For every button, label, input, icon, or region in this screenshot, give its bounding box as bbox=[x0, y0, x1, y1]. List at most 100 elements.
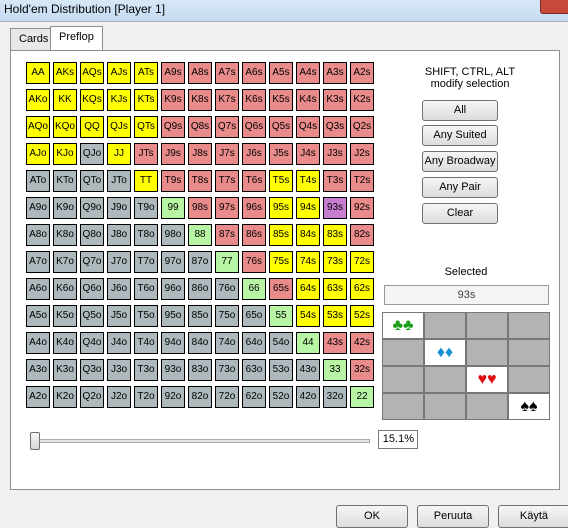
hand-cell-T7s[interactable]: T7s bbox=[215, 170, 239, 192]
hand-cell-J8o[interactable]: J8o bbox=[107, 224, 131, 246]
hand-cell-KK[interactable]: KK bbox=[53, 89, 77, 111]
hand-cell-93s[interactable]: 93s bbox=[323, 197, 347, 219]
close-button[interactable] bbox=[540, 0, 568, 14]
hand-cell-Q9s[interactable]: Q9s bbox=[161, 116, 185, 138]
hand-cell-T5o[interactable]: T5o bbox=[134, 305, 158, 327]
hand-cell-J3s[interactable]: J3s bbox=[323, 143, 347, 165]
hand-cell-J4o[interactable]: J4o bbox=[107, 332, 131, 354]
hand-cell-T2s[interactable]: T2s bbox=[350, 170, 374, 192]
suit-cell-0-2[interactable] bbox=[466, 312, 508, 339]
hand-cell-J7s[interactable]: J7s bbox=[215, 143, 239, 165]
hand-cell-98s[interactable]: 98s bbox=[188, 197, 212, 219]
cancel-button[interactable]: Peruuta bbox=[417, 505, 489, 528]
hand-cell-KJo[interactable]: KJo bbox=[53, 143, 77, 165]
any-suited-button[interactable]: Any Suited bbox=[422, 125, 498, 146]
hand-cell-Q7o[interactable]: Q7o bbox=[80, 251, 104, 273]
hand-cell-76s[interactable]: 76s bbox=[242, 251, 266, 273]
hand-cell-84o[interactable]: 84o bbox=[188, 332, 212, 354]
hand-cell-J3o[interactable]: J3o bbox=[107, 359, 131, 381]
suit-cell-1-1[interactable]: ♦♦ bbox=[424, 339, 466, 366]
hand-cell-AJo[interactable]: AJo bbox=[26, 143, 50, 165]
hand-cell-Q5o[interactable]: Q5o bbox=[80, 305, 104, 327]
hand-cell-ATo[interactable]: ATo bbox=[26, 170, 50, 192]
hand-cell-52o[interactable]: 52o bbox=[269, 386, 293, 408]
hand-cell-82o[interactable]: 82o bbox=[188, 386, 212, 408]
hand-cell-Q9o[interactable]: Q9o bbox=[80, 197, 104, 219]
hand-cell-84s[interactable]: 84s bbox=[296, 224, 320, 246]
hand-cell-AA[interactable]: AA bbox=[26, 62, 50, 84]
hand-cell-86s[interactable]: 86s bbox=[242, 224, 266, 246]
suit-cell-3-1[interactable] bbox=[424, 393, 466, 420]
hand-cell-QJo[interactable]: QJo bbox=[80, 143, 104, 165]
hand-cell-J4s[interactable]: J4s bbox=[296, 143, 320, 165]
hand-cell-ATs[interactable]: ATs bbox=[134, 62, 158, 84]
suit-cell-2-1[interactable] bbox=[424, 366, 466, 393]
hand-cell-T4s[interactable]: T4s bbox=[296, 170, 320, 192]
hand-cell-33[interactable]: 33 bbox=[323, 359, 347, 381]
hand-cell-J9o[interactable]: J9o bbox=[107, 197, 131, 219]
suit-cell-1-3[interactable] bbox=[508, 339, 550, 366]
hand-cell-A7s[interactable]: A7s bbox=[215, 62, 239, 84]
hand-cell-A7o[interactable]: A7o bbox=[26, 251, 50, 273]
any-pair-button[interactable]: Any Pair bbox=[422, 177, 498, 198]
hand-cell-42s[interactable]: 42s bbox=[350, 332, 374, 354]
hand-cell-96o[interactable]: 96o bbox=[161, 278, 185, 300]
tab-preflop[interactable]: Preflop bbox=[50, 26, 103, 51]
hand-cell-JTo[interactable]: JTo bbox=[107, 170, 131, 192]
hand-cell-A9o[interactable]: A9o bbox=[26, 197, 50, 219]
hand-cell-T6s[interactable]: T6s bbox=[242, 170, 266, 192]
hand-cell-Q6o[interactable]: Q6o bbox=[80, 278, 104, 300]
hand-cell-QTo[interactable]: QTo bbox=[80, 170, 104, 192]
hand-cell-JTs[interactable]: JTs bbox=[134, 143, 158, 165]
hand-cell-J2s[interactable]: J2s bbox=[350, 143, 374, 165]
hand-cell-97s[interactable]: 97s bbox=[215, 197, 239, 219]
hand-cell-65o[interactable]: 65o bbox=[242, 305, 266, 327]
hand-cell-A3o[interactable]: A3o bbox=[26, 359, 50, 381]
hand-cell-KQo[interactable]: KQo bbox=[53, 116, 77, 138]
hand-cell-K7o[interactable]: K7o bbox=[53, 251, 77, 273]
hand-cell-AKs[interactable]: AKs bbox=[53, 62, 77, 84]
hand-cell-Q4s[interactable]: Q4s bbox=[296, 116, 320, 138]
hand-cell-74o[interactable]: 74o bbox=[215, 332, 239, 354]
hand-cell-K3s[interactable]: K3s bbox=[323, 89, 347, 111]
hand-cell-K6s[interactable]: K6s bbox=[242, 89, 266, 111]
hand-cell-T8o[interactable]: T8o bbox=[134, 224, 158, 246]
hand-cell-53s[interactable]: 53s bbox=[323, 305, 347, 327]
hand-cell-A3s[interactable]: A3s bbox=[323, 62, 347, 84]
hand-cell-42o[interactable]: 42o bbox=[296, 386, 320, 408]
all-button[interactable]: All bbox=[422, 100, 498, 121]
hand-cell-J8s[interactable]: J8s bbox=[188, 143, 212, 165]
any-broadway-button[interactable]: Any Broadway bbox=[422, 151, 498, 172]
hand-cell-A8o[interactable]: A8o bbox=[26, 224, 50, 246]
hand-cell-54s[interactable]: 54s bbox=[296, 305, 320, 327]
hand-cell-T9o[interactable]: T9o bbox=[134, 197, 158, 219]
suit-cell-3-2[interactable] bbox=[466, 393, 508, 420]
hand-cell-K9o[interactable]: K9o bbox=[53, 197, 77, 219]
hand-cell-AJs[interactable]: AJs bbox=[107, 62, 131, 84]
hand-cell-43o[interactable]: 43o bbox=[296, 359, 320, 381]
hand-cell-K2o[interactable]: K2o bbox=[53, 386, 77, 408]
hand-cell-K5s[interactable]: K5s bbox=[269, 89, 293, 111]
range-slider-thumb[interactable] bbox=[30, 432, 40, 450]
suit-cell-0-1[interactable] bbox=[424, 312, 466, 339]
hand-cell-KTs[interactable]: KTs bbox=[134, 89, 158, 111]
hand-cell-TT[interactable]: TT bbox=[134, 170, 158, 192]
hand-cell-95s[interactable]: 95s bbox=[269, 197, 293, 219]
hand-cell-Q3o[interactable]: Q3o bbox=[80, 359, 104, 381]
hand-cell-93o[interactable]: 93o bbox=[161, 359, 185, 381]
hand-cell-66[interactable]: 66 bbox=[242, 278, 266, 300]
hand-cell-62o[interactable]: 62o bbox=[242, 386, 266, 408]
hand-cell-64s[interactable]: 64s bbox=[296, 278, 320, 300]
hand-cell-72o[interactable]: 72o bbox=[215, 386, 239, 408]
hand-cell-T4o[interactable]: T4o bbox=[134, 332, 158, 354]
range-percent-field[interactable]: 15.1% bbox=[378, 430, 418, 449]
suit-cell-3-0[interactable] bbox=[382, 393, 424, 420]
hand-cell-K2s[interactable]: K2s bbox=[350, 89, 374, 111]
hand-cell-A5s[interactable]: A5s bbox=[269, 62, 293, 84]
hand-cell-82s[interactable]: 82s bbox=[350, 224, 374, 246]
hand-cell-KTo[interactable]: KTo bbox=[53, 170, 77, 192]
hand-cell-Q2o[interactable]: Q2o bbox=[80, 386, 104, 408]
hand-cell-A2s[interactable]: A2s bbox=[350, 62, 374, 84]
hand-cell-Q3s[interactable]: Q3s bbox=[323, 116, 347, 138]
hand-cell-A4o[interactable]: A4o bbox=[26, 332, 50, 354]
